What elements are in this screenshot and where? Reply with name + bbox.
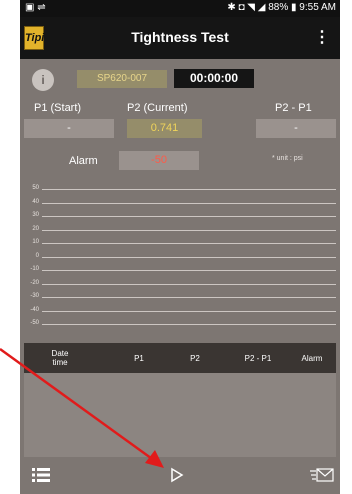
gridline <box>42 189 336 190</box>
col-alarm: Alarm <box>301 353 323 363</box>
y-tick-label: 0 <box>35 252 39 259</box>
y-tick-label: -40 <box>30 306 39 313</box>
p2-value: 0.741 <box>127 119 202 138</box>
y-tick-label: -50 <box>30 320 39 326</box>
gridline <box>42 243 336 244</box>
y-tick-label: 30 <box>32 212 39 218</box>
gridline <box>42 202 336 204</box>
alarm-label: Alarm <box>69 155 98 167</box>
gridline <box>42 297 336 298</box>
col-p1: P1 <box>134 353 144 363</box>
phone-screen: ▣ ⇌ ✱ ◘ ◥ ◢ 88% ▮ 9:55 AM Tipi Tightness… <box>20 0 340 494</box>
diff-label: P2 - P1 <box>275 102 312 114</box>
table-header: Date time P1 P2 P2 - P1 Alarm <box>24 343 336 373</box>
p1-label: P1 (Start) <box>34 102 82 114</box>
y-tick-label: -30 <box>30 293 39 299</box>
records-table-body[interactable] <box>24 373 336 457</box>
diff-value: - <box>256 119 336 138</box>
status-left-icons: ▣ ⇌ <box>25 2 46 13</box>
gridline <box>42 324 336 325</box>
bottom-bar <box>20 457 340 494</box>
y-tick-label: 50 <box>32 185 39 191</box>
status-right-info: ✱ ◘ ◥ ◢ 88% ▮ 9:55 AM <box>227 2 336 13</box>
alarm-value[interactable]: -50 <box>119 151 199 170</box>
play-icon[interactable] <box>170 467 184 487</box>
pressure-chart: 50 40 30 20 10 0 -10 -20 -30 -40 -50 <box>24 181 336 336</box>
p1-value: - <box>24 119 114 138</box>
list-icon[interactable] <box>32 467 50 487</box>
gridline <box>42 283 336 285</box>
gridline <box>42 270 336 271</box>
more-vert-icon[interactable]: ⋮ <box>314 27 330 47</box>
y-tick-label: -20 <box>30 279 39 286</box>
col-diff: P2 - P1 <box>244 353 272 363</box>
test-timer: 00:00:00 <box>174 69 254 88</box>
status-bar: ▣ ⇌ ✱ ◘ ◥ ◢ 88% ▮ 9:55 AM <box>20 0 340 17</box>
y-tick-label: 40 <box>32 198 39 205</box>
gridline <box>42 256 336 258</box>
col-p2: P2 <box>190 353 200 363</box>
page-title: Tightness Test <box>131 29 229 45</box>
send-mail-icon[interactable] <box>310 467 334 487</box>
col-date-time: Date time <box>51 349 69 367</box>
device-id[interactable]: SP620-007 <box>77 70 167 88</box>
info-button[interactable]: i <box>32 69 54 91</box>
gridline <box>42 229 336 231</box>
y-tick-label: 20 <box>32 225 39 232</box>
y-tick-label: -10 <box>30 266 39 272</box>
unit-note: * unit : psi <box>272 155 303 162</box>
y-tick-label: 10 <box>32 239 39 245</box>
p2-label: P2 (Current) <box>127 102 188 114</box>
app-bar: Tipi Tightness Test ⋮ <box>20 17 340 59</box>
gridline <box>42 216 336 217</box>
gridline <box>42 310 336 312</box>
